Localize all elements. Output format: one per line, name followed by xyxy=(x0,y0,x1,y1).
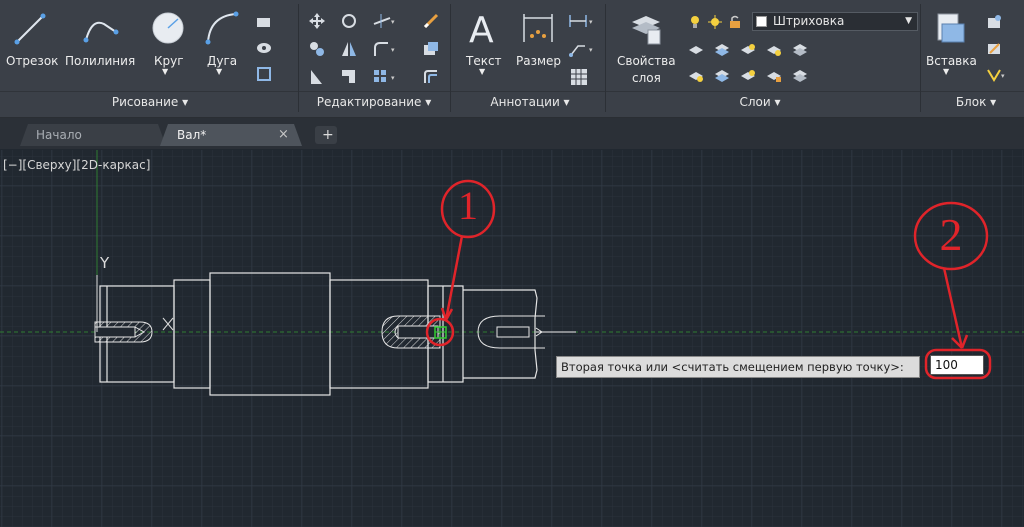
layer-tool-icon[interactable] xyxy=(688,42,704,56)
stretch-icon[interactable] xyxy=(308,68,326,86)
svg-text:A: A xyxy=(469,10,494,48)
close-tab-icon[interactable]: × xyxy=(272,124,292,146)
ribbon: Отрезок Полилиния Круг ▼ Дуга ▼ Рисовани… xyxy=(0,0,1024,118)
rectangle-icon[interactable] xyxy=(256,14,272,28)
erase-icon[interactable] xyxy=(422,12,440,30)
layer-tool-icon[interactable] xyxy=(740,42,756,56)
layer-tool-icon[interactable] xyxy=(792,68,808,82)
boundary-icon[interactable] xyxy=(256,66,272,82)
rotate-icon[interactable] xyxy=(340,12,358,30)
text-dropdown-icon[interactable]: ▼ xyxy=(479,67,485,76)
layer-tool-icon[interactable] xyxy=(740,68,756,82)
scale-icon[interactable] xyxy=(340,68,358,86)
layer-properties-label-1[interactable]: Свойства xyxy=(617,54,676,68)
layer-tool-icon[interactable] xyxy=(688,68,704,82)
array-icon[interactable] xyxy=(422,40,440,58)
ucs-y-label: Y xyxy=(100,254,110,272)
layer-tool-icon[interactable] xyxy=(766,42,782,56)
layer-lock-icon[interactable] xyxy=(728,14,742,28)
svg-text:▾: ▾ xyxy=(391,18,395,26)
insert-dropdown-icon[interactable]: ▼ xyxy=(943,67,949,76)
svg-text:▾: ▾ xyxy=(391,74,395,82)
layer-tool-icon[interactable] xyxy=(792,42,808,56)
trim-icon[interactable]: ▾ xyxy=(372,12,398,30)
command-prompt: Вторая точка или <считать смещением перв… xyxy=(556,356,920,378)
text-button-label[interactable]: Текст xyxy=(466,54,502,68)
linear-dim-icon[interactable]: ▾ xyxy=(568,12,596,30)
divider xyxy=(298,4,299,112)
insert-button-label[interactable]: Вставка xyxy=(926,54,977,68)
annotation-marker-1: 1 xyxy=(458,183,478,228)
text-icon[interactable]: A xyxy=(466,8,502,51)
layer-tool-icon[interactable] xyxy=(714,68,730,82)
arc-icon[interactable] xyxy=(204,10,240,46)
draw-panel-title[interactable]: Рисование ▾ xyxy=(100,95,200,109)
layer-freeze-icon[interactable] xyxy=(708,14,722,29)
circle-dropdown-icon[interactable]: ▼ xyxy=(162,67,168,76)
move-icon[interactable] xyxy=(308,12,326,30)
svg-text:▾: ▾ xyxy=(1001,72,1005,80)
polyline-button-label[interactable]: Полилиния xyxy=(65,54,135,68)
fillet-icon[interactable]: ▾ xyxy=(372,40,398,58)
layer-properties-icon[interactable] xyxy=(628,10,664,46)
copy-icon[interactable] xyxy=(308,40,326,58)
viewport-controls[interactable]: [−][Сверху][2D-каркас] xyxy=(3,158,150,172)
annotation-marker-2: 2 xyxy=(939,209,963,260)
circle-icon[interactable] xyxy=(150,10,186,46)
dimension-icon[interactable] xyxy=(520,10,556,46)
annotation-panel-title[interactable]: Аннотации ▾ xyxy=(470,95,590,109)
offset-icon[interactable] xyxy=(422,68,440,86)
line-icon[interactable] xyxy=(13,10,49,46)
circle-button-label[interactable]: Круг xyxy=(154,54,184,68)
divider xyxy=(450,4,451,112)
tab-shaft[interactable]: Вал* xyxy=(163,124,283,146)
create-block-icon[interactable] xyxy=(986,14,1002,30)
panel-title-bar xyxy=(0,91,1024,92)
grid-array-icon[interactable]: ▾ xyxy=(372,68,398,86)
edit-block-icon[interactable] xyxy=(986,40,1002,56)
drawing-canvas[interactable]: Y 1 2 xyxy=(0,150,1024,527)
chevron-down-icon: ▼ xyxy=(905,16,912,26)
layer-dropdown[interactable]: Штриховка ▼ xyxy=(752,12,918,31)
hatch-icon[interactable] xyxy=(256,40,272,54)
divider xyxy=(920,4,921,112)
block-attribute-icon[interactable]: ▾ xyxy=(986,66,1008,82)
divider xyxy=(605,4,606,112)
svg-text:▾: ▾ xyxy=(589,18,593,26)
arc-dropdown-icon[interactable]: ▼ xyxy=(216,67,222,76)
svg-text:▾: ▾ xyxy=(391,46,395,54)
svg-text:▾: ▾ xyxy=(589,46,593,54)
tab-home[interactable]: Начало xyxy=(22,124,158,146)
table-icon[interactable] xyxy=(570,68,588,86)
layers-panel-title[interactable]: Слои ▾ xyxy=(720,95,800,109)
arc-button-label[interactable]: Дуга xyxy=(207,54,237,68)
block-panel-title[interactable]: Блок ▾ xyxy=(936,95,1016,109)
insert-block-icon[interactable] xyxy=(932,10,968,46)
layer-tool-icon[interactable] xyxy=(766,68,782,82)
layer-tool-icon[interactable] xyxy=(714,42,730,56)
layer-color-swatch xyxy=(756,16,767,27)
distance-input[interactable]: 100 xyxy=(930,355,984,375)
mirror-icon[interactable] xyxy=(340,40,358,58)
modify-panel-title[interactable]: Редактирование ▾ xyxy=(304,95,444,109)
polyline-icon[interactable] xyxy=(82,10,120,46)
new-tab-button[interactable]: + xyxy=(316,124,338,146)
layer-properties-label-2[interactable]: слоя xyxy=(632,71,661,85)
dimension-button-label[interactable]: Размер xyxy=(516,54,561,68)
leader-icon[interactable]: ▾ xyxy=(568,40,596,58)
layer-on-icon[interactable] xyxy=(688,14,702,28)
line-button-label[interactable]: Отрезок xyxy=(6,54,58,68)
layer-dropdown-value: Штриховка xyxy=(773,14,845,28)
